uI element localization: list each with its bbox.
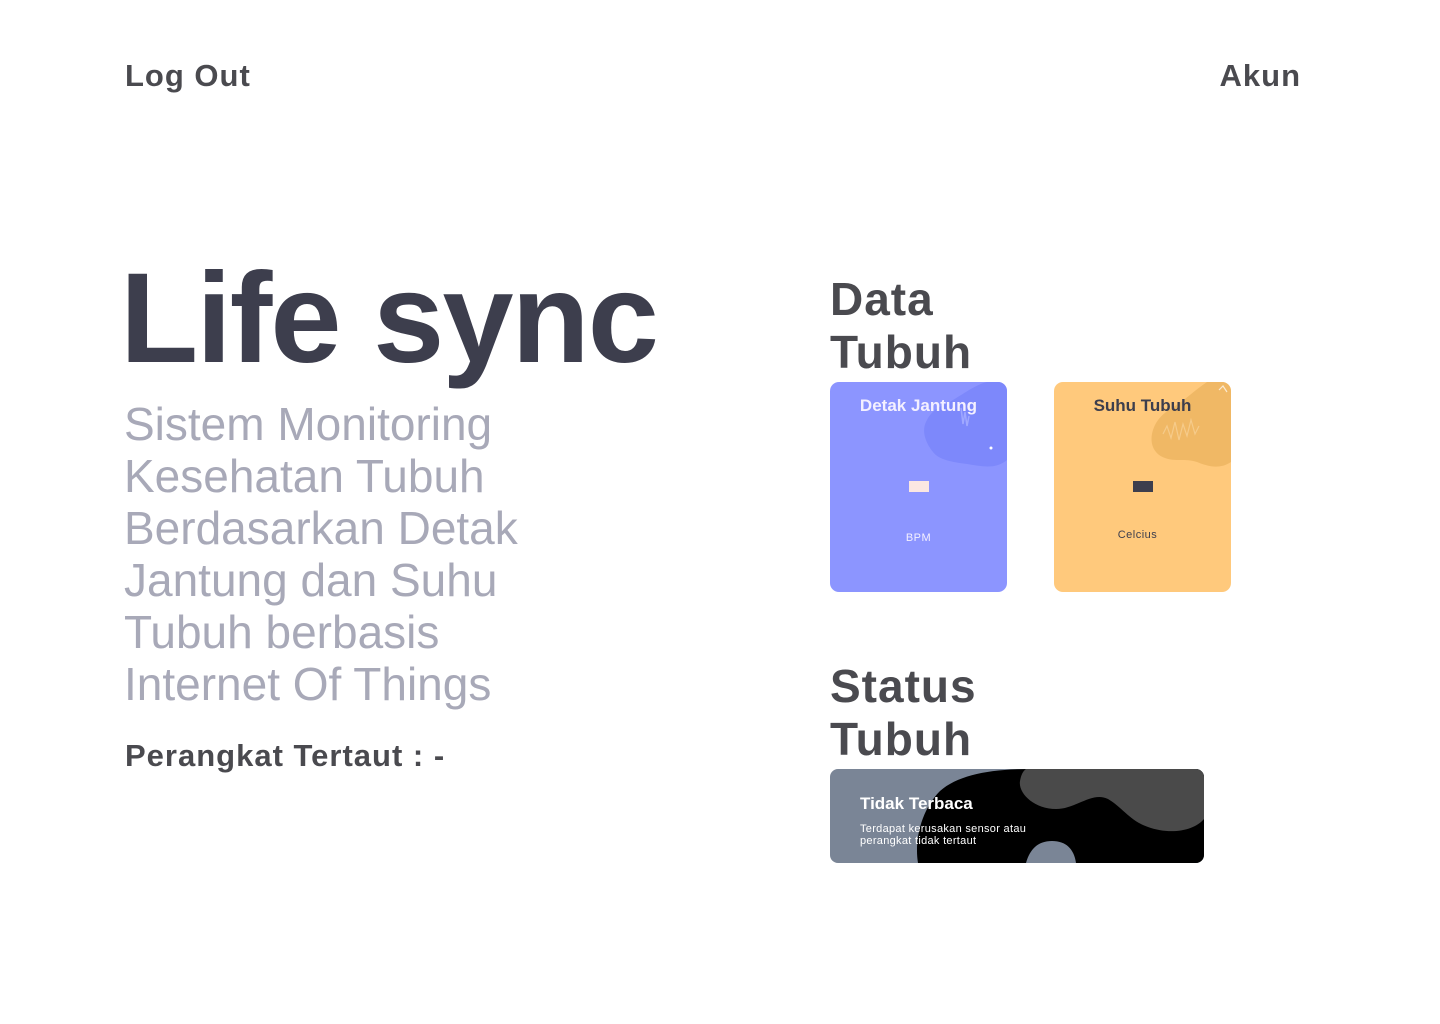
body-temperature-card-title: Suhu Tubuh	[1093, 396, 1192, 415]
heart-rate-card[interactable]: Detak Jantung BPM	[830, 382, 1007, 592]
status-description: Terdapat kerusakan sensor atau perangkat…	[860, 823, 1027, 847]
dashboard-page: Log Out Akun Life sync Sistem Monitoring…	[0, 0, 1440, 1024]
status-title: Tidak Terbaca	[860, 794, 973, 813]
linked-device-status: Perangkat Tertaut : -	[125, 738, 446, 773]
heart-rate-unit: BPM	[905, 532, 932, 544]
body-data-title: Data Tubuh	[830, 273, 973, 378]
body-status-card[interactable]: Tidak Terbaca Terdapat kerusakan sensor …	[830, 769, 1204, 863]
body-status-title: Status Tubuh	[830, 660, 977, 765]
body-temperature-card[interactable]: Suhu Tubuh Celcius	[1054, 382, 1231, 592]
app-title: Life sync	[120, 247, 659, 390]
status-card-blob-decoration	[916, 769, 1204, 863]
heart-rate-value	[909, 481, 929, 492]
body-temperature-unit: Celcius	[1117, 529, 1158, 541]
account-link[interactable]: Akun	[1220, 58, 1302, 94]
heart-rate-card-title: Detak Jantung	[859, 396, 978, 415]
app-subtitle: Sistem Monitoring Kesehatan Tubuh Berdas…	[124, 398, 518, 710]
body-temperature-value	[1133, 481, 1153, 492]
logout-link[interactable]: Log Out	[125, 58, 251, 94]
